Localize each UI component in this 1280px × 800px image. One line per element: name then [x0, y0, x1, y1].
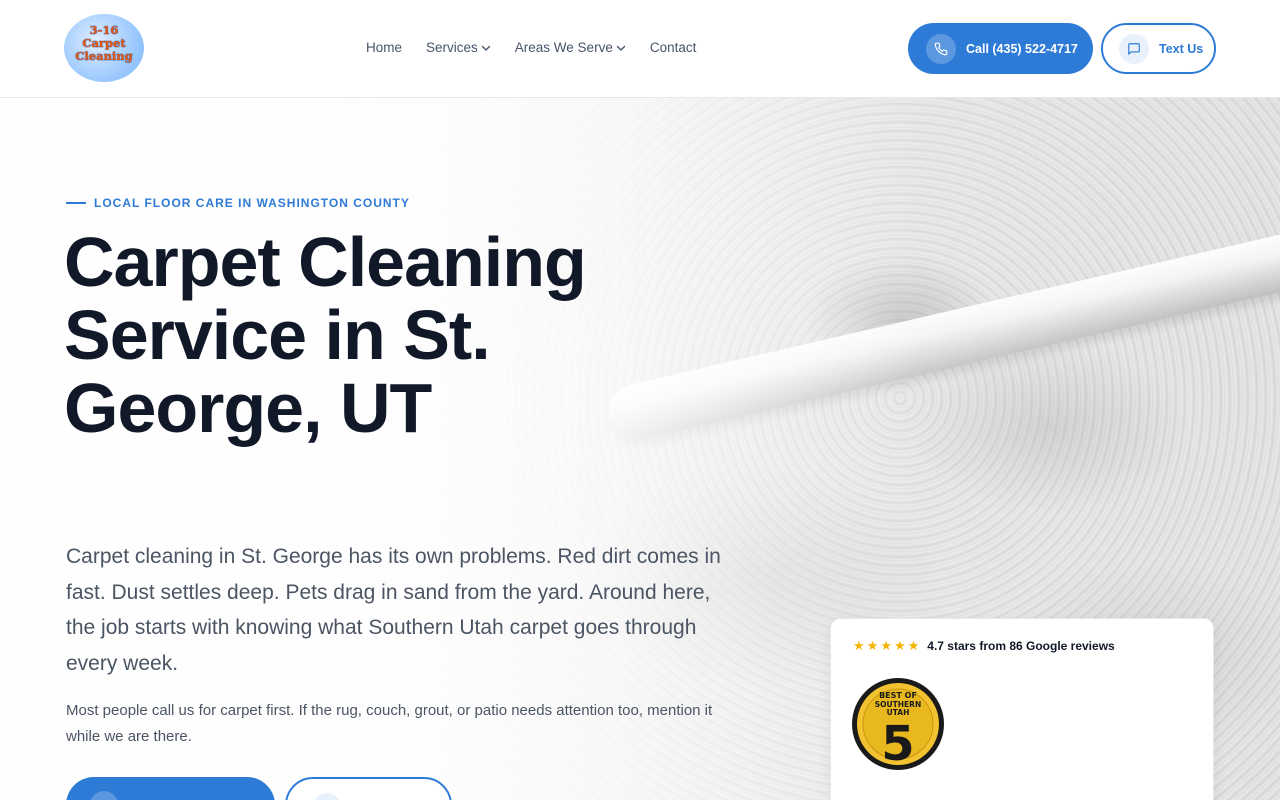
- nav-home[interactable]: Home: [366, 40, 402, 55]
- call-button[interactable]: Call (435) 522-4717: [908, 23, 1093, 74]
- award-number: 5: [881, 716, 914, 772]
- phone-icon: [926, 33, 956, 64]
- hero-subtext: Most people call us for carpet first. If…: [66, 702, 713, 745]
- star-icon: ★: [893, 638, 906, 653]
- chat-icon: [1119, 33, 1149, 64]
- chevron-down-icon: [616, 45, 626, 51]
- site-header: 3-16 Carpet Cleaning Home Services Areas…: [0, 0, 1280, 98]
- eyebrow-line: [66, 202, 86, 204]
- hero-title: Carpet Cleaning Service in St. George, U…: [64, 223, 587, 447]
- star-icon: ★: [880, 638, 892, 653]
- star-icon: ★: [853, 638, 865, 653]
- main-nav: Home Services Areas We Serve Contact: [366, 40, 696, 55]
- best-of-southern-utah-award-icon: BEST OF SOUTHERN UTAH 5: [852, 678, 944, 772]
- company-logo[interactable]: 3-16 Carpet Cleaning: [64, 14, 144, 82]
- nav-services[interactable]: Services: [426, 40, 491, 55]
- chevron-down-icon: [481, 45, 490, 51]
- phone-icon: [90, 791, 118, 800]
- nav-areas-we-serve[interactable]: Areas We Serve: [515, 40, 626, 55]
- google-rating: ★ ★ ★ ★ ★ 4.7 stars from 86 Google revie…: [853, 639, 1115, 654]
- chat-icon: [313, 793, 341, 800]
- hero-call-button[interactable]: [66, 777, 275, 800]
- review-card: ★ ★ ★ ★ ★ 4.7 stars from 86 Google revie…: [830, 618, 1214, 800]
- text-us-button[interactable]: Text Us: [1101, 23, 1216, 74]
- nav-contact[interactable]: Contact: [650, 40, 697, 55]
- star-rating: ★ ★ ★ ★ ★: [853, 639, 919, 653]
- hero-eyebrow: LOCAL FLOOR CARE IN WASHINGTON COUNTY: [66, 196, 410, 210]
- star-icon: ★: [866, 638, 879, 653]
- logo-text: 3-16 Carpet Cleaning: [75, 23, 133, 63]
- hero-text-button[interactable]: [285, 777, 452, 800]
- hero-section: LOCAL FLOOR CARE IN WASHINGTON COUNTY Ca…: [0, 98, 1280, 800]
- award-top-text: BEST OF: [879, 691, 917, 700]
- star-icon: ★: [907, 638, 920, 653]
- hero-lead: Carpet cleaning in St. George has its ow…: [66, 545, 721, 675]
- rating-text: 4.7 stars from 86 Google reviews: [927, 639, 1115, 653]
